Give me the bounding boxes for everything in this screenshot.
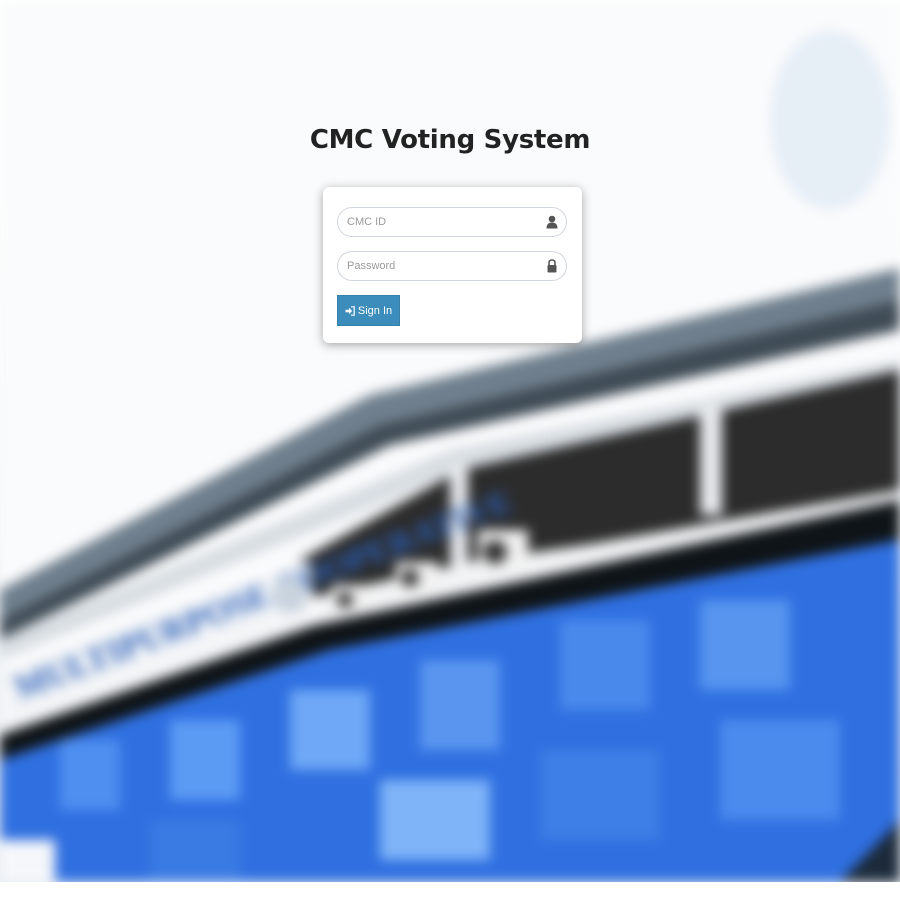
page-title: CMC Voting System <box>309 125 591 155</box>
user-icon <box>546 215 558 229</box>
sign-in-label: Sign In <box>357 304 393 317</box>
cmc-id-field[interactable] <box>337 207 567 237</box>
login-page: MULTIPURPOSE COOPERATIVE CMC Voting Syst… <box>0 0 900 900</box>
sign-in-icon <box>345 305 355 316</box>
password-input[interactable] <box>347 252 537 280</box>
password-field[interactable] <box>337 251 567 281</box>
cmc-id-input[interactable] <box>347 208 537 236</box>
page-bottom-margin <box>0 882 900 900</box>
login-box: Sign In <box>323 187 582 343</box>
lock-icon <box>547 259 557 273</box>
sign-in-button[interactable]: Sign In <box>337 295 400 326</box>
